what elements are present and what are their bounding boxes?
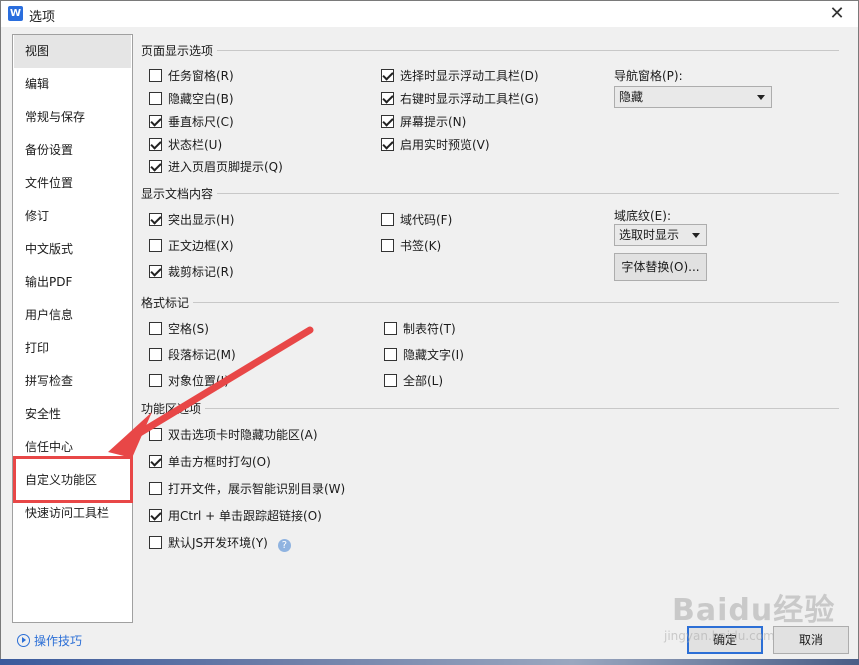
field-shading-select[interactable]: 选取时显示	[614, 224, 707, 246]
checkbox-paragraph-marks[interactable]: 段落标记(M)	[149, 346, 236, 362]
view-options-panel: 页面显示选项 任务窗格(R) 隐藏空白(B) 垂直标尺(C) 状态栏(U) 进入…	[141, 41, 841, 621]
checkbox-task-pane[interactable]: 任务窗格(R)	[149, 67, 234, 83]
checkbox-click-box-check[interactable]: 单击方框时打勾(O)	[149, 453, 271, 469]
section-title-page-display: 页面显示选项	[141, 42, 218, 59]
checkbox-hidden-text[interactable]: 隐藏文字(I)	[384, 346, 464, 362]
watermark-brand: Baidu经验	[672, 593, 836, 628]
operation-tips-label: 操作技巧	[34, 634, 83, 648]
sidebar-item-general-save[interactable]: 常规与保存	[14, 101, 131, 134]
chevron-down-icon	[757, 95, 765, 100]
operation-tips-link[interactable]: 操作技巧	[17, 632, 82, 649]
sidebar-item-chinese-layout[interactable]: 中文版式	[14, 233, 131, 266]
checkbox-float-toolbar-select[interactable]: 选择时显示浮动工具栏(D)	[381, 67, 539, 83]
checkbox-object-anchors[interactable]: 对象位置(J)	[149, 372, 229, 388]
sidebar-item-backup[interactable]: 备份设置	[14, 134, 131, 167]
checkbox-screen-tips[interactable]: 屏幕提示(N)	[381, 113, 466, 129]
section-divider	[141, 302, 839, 303]
sidebar-item-view[interactable]: 视图	[14, 35, 131, 68]
annotation-highlight-box	[13, 456, 133, 503]
checkbox-tab-characters[interactable]: 制表符(T)	[384, 320, 456, 336]
checkbox-live-preview[interactable]: 启用实时预览(V)	[381, 136, 490, 152]
question-icon[interactable]: ?	[277, 539, 291, 552]
checkbox-float-toolbar-right-click[interactable]: 右键时显示浮动工具栏(G)	[381, 90, 539, 106]
checkbox-ctrl-click-hyperlink[interactable]: 用Ctrl + 单击跟踪超链接(O)	[149, 507, 322, 523]
section-title-doc-content: 显示文档内容	[141, 185, 218, 202]
sidebar-item-spell-check[interactable]: 拼写检查	[14, 365, 131, 398]
checkbox-crop-marks[interactable]: 裁剪标记(R)	[149, 263, 234, 279]
checkbox-field-codes[interactable]: 域代码(F)	[381, 211, 452, 227]
title-bar: W 选项 ✕	[1, 1, 858, 27]
checkbox-highlight[interactable]: 突出显示(H)	[149, 211, 234, 227]
chevron-down-icon	[692, 233, 700, 238]
sidebar-item-user-info[interactable]: 用户信息	[14, 299, 131, 332]
options-sidebar: 视图 编辑 常规与保存 备份设置 文件位置 修订 中文版式 输出PDF 用户信息…	[12, 34, 133, 623]
nav-pane-value: 隐藏	[619, 90, 644, 104]
checkbox-status-bar[interactable]: 状态栏(U)	[149, 136, 222, 152]
section-divider	[141, 408, 839, 409]
desktop-background-strip	[0, 659, 859, 665]
checkbox-spaces[interactable]: 空格(S)	[149, 320, 209, 336]
checkbox-vertical-ruler[interactable]: 垂直标尺(C)	[149, 113, 234, 129]
section-title-format-marks: 格式标记	[141, 294, 194, 311]
checkbox-default-js-env[interactable]: 默认JS开发环境(Y)?	[149, 534, 291, 552]
checkbox-hide-blank[interactable]: 隐藏空白(B)	[149, 90, 234, 106]
checkbox-all-marks[interactable]: 全部(L)	[384, 372, 443, 388]
sidebar-item-export-pdf[interactable]: 输出PDF	[14, 266, 131, 299]
sidebar-item-security[interactable]: 安全性	[14, 398, 131, 431]
checkbox-smart-toc[interactable]: 打开文件，展示智能识别目录(W)	[149, 480, 345, 496]
checkbox-dblclick-hide-ribbon[interactable]: 双击选项卡时隐藏功能区(A)	[149, 426, 318, 442]
sidebar-item-print[interactable]: 打印	[14, 332, 131, 365]
baidu-watermark: Baidu经验 jingyan.baidu.com	[660, 575, 850, 655]
checkbox-header-footer-hint[interactable]: 进入页眉页脚提示(Q)	[149, 158, 283, 174]
play-circle-icon	[17, 634, 30, 647]
options-dialog: W 选项 ✕ 视图 编辑 常规与保存 备份设置 文件位置 修订 中文版式 输出P…	[0, 0, 859, 665]
field-shading-label: 域底纹(E):	[614, 209, 671, 223]
checkbox-bookmarks[interactable]: 书签(K)	[381, 237, 441, 253]
sidebar-item-edit[interactable]: 编辑	[14, 68, 131, 101]
sidebar-item-revision[interactable]: 修订	[14, 200, 131, 233]
dialog-title: 选项	[29, 10, 56, 25]
section-divider	[141, 193, 839, 194]
section-divider	[141, 50, 839, 51]
field-shading-value: 选取时显示	[619, 228, 680, 242]
close-icon[interactable]: ✕	[826, 3, 848, 25]
nav-pane-label: 导航窗格(P):	[614, 69, 683, 83]
section-title-ribbon: 功能区选项	[141, 400, 206, 417]
wps-writer-icon: W	[8, 6, 23, 21]
nav-pane-select[interactable]: 隐藏	[614, 86, 772, 108]
font-replace-button[interactable]: 字体替换(O)...	[614, 253, 707, 281]
checkbox-text-boundaries[interactable]: 正文边框(X)	[149, 237, 234, 253]
sidebar-item-file-location[interactable]: 文件位置	[14, 167, 131, 200]
watermark-url: jingyan.baidu.com	[664, 629, 775, 643]
